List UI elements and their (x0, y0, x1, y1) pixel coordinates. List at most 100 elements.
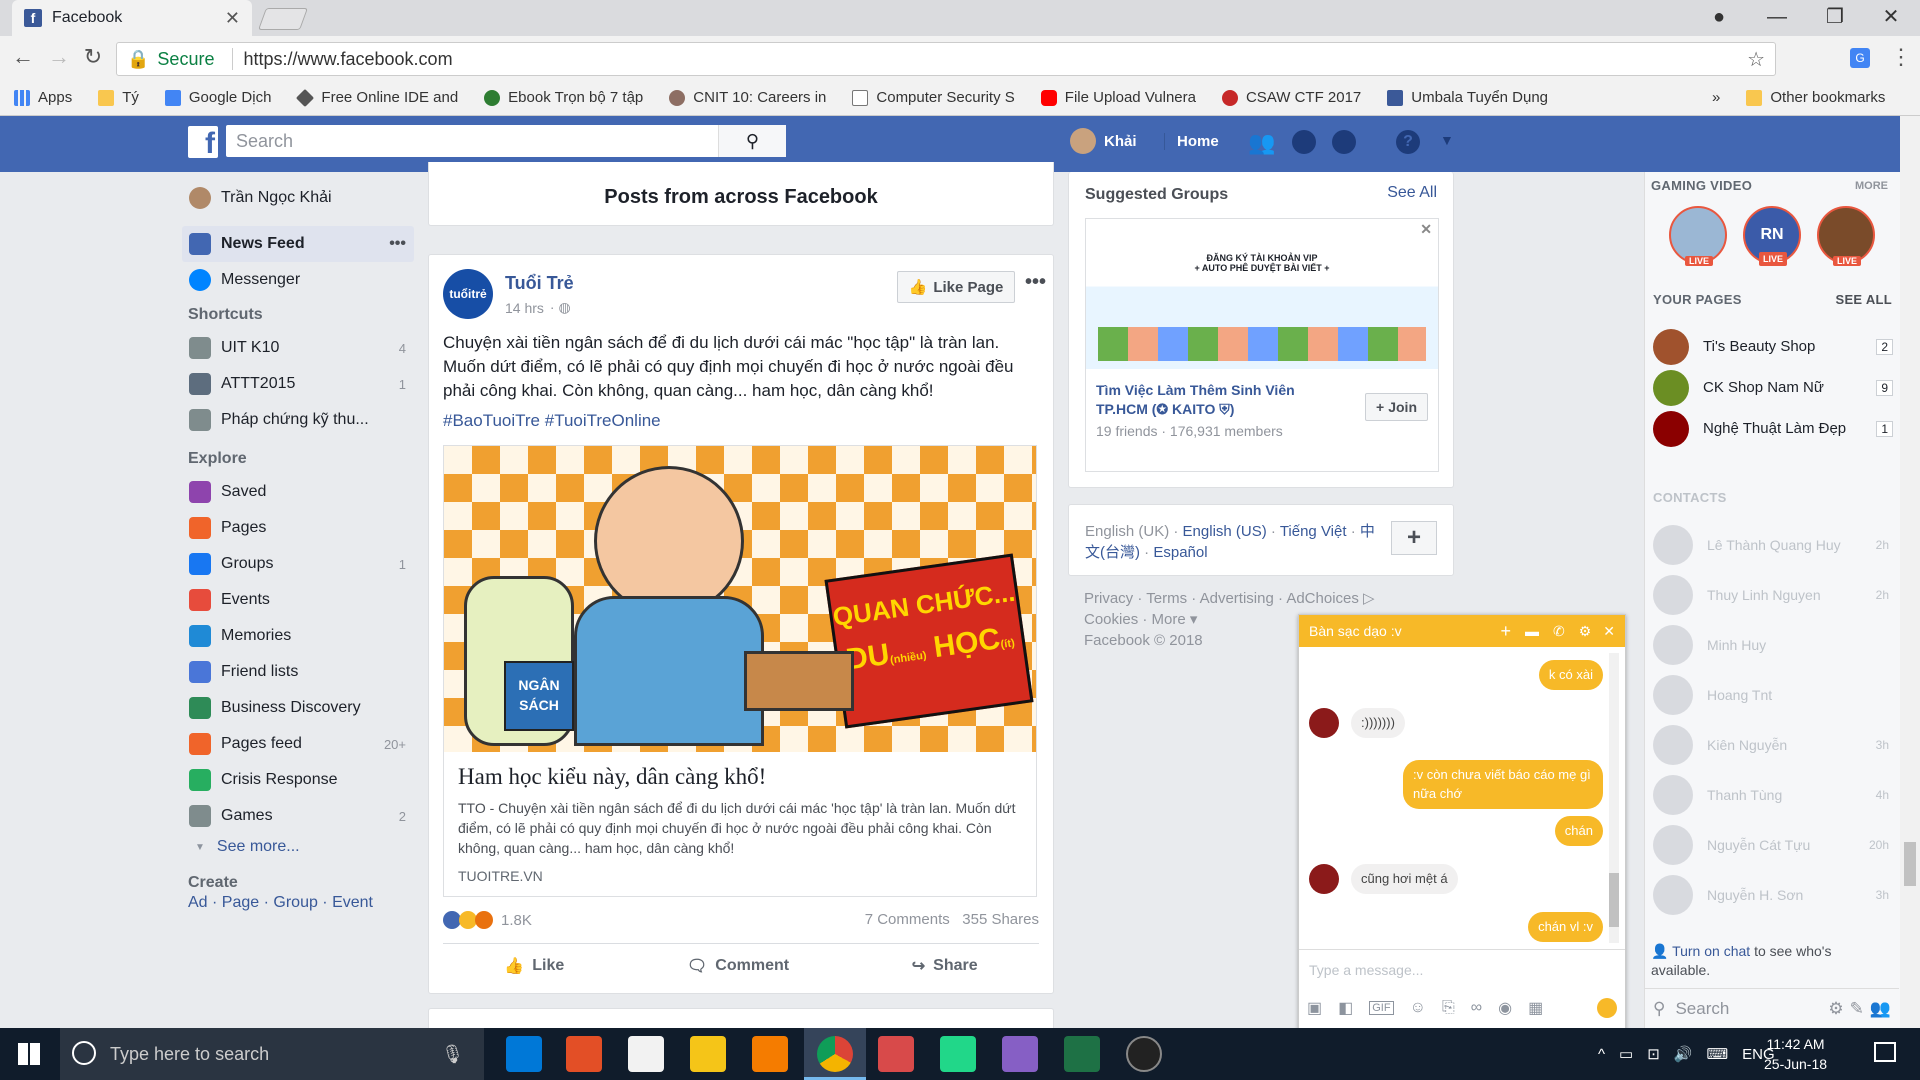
see-more-link[interactable]: ▼ See more... (188, 834, 414, 860)
live-stream-avatar[interactable]: LIVE (1817, 206, 1875, 266)
bookmark-item[interactable]: CSAW CTF 2017 (1221, 89, 1361, 106)
shares-count[interactable]: 355 Shares (962, 911, 1039, 928)
pycharm-icon[interactable] (940, 1036, 976, 1072)
contact-item[interactable]: Hoang Tnt (1653, 670, 1889, 720)
page-item[interactable]: CK Shop Nam Nữ 9 (1653, 367, 1893, 408)
address-bar[interactable]: 🔒 Secure https://www.facebook.com ☆ (116, 42, 1776, 76)
shortcut-item[interactable]: ATTT2015 1 (188, 366, 414, 402)
adchoices-link[interactable]: AdChoices (1286, 590, 1359, 607)
facebook-logo-icon[interactable]: f (188, 126, 218, 160)
link-icon[interactable]: ∞ (1471, 999, 1482, 1017)
table-icon[interactable]: ▦ (1528, 998, 1543, 1018)
volume-icon[interactable]: 🔊 (1674, 1045, 1693, 1063)
cookies-link[interactable]: Cookies (1084, 611, 1138, 628)
browser-tab[interactable]: f Facebook ✕ (12, 0, 252, 36)
reaction-emoji-icon[interactable] (1597, 998, 1617, 1018)
tab-close-icon[interactable]: ✕ (225, 8, 240, 29)
minimize-icon[interactable]: — (1748, 0, 1806, 36)
chevron-up-icon[interactable]: ^ (1598, 1046, 1605, 1063)
clock[interactable]: 11:42 AM 25-Jun-18 (1764, 1034, 1827, 1074)
contact-item[interactable]: Kiên Nguyễn 3h (1653, 720, 1889, 770)
more-bookmarks-button[interactable]: » (1712, 89, 1720, 106)
store-icon[interactable] (566, 1036, 602, 1072)
gear-icon[interactable]: ⚙ (1579, 623, 1592, 640)
profile-nav-item[interactable]: Trần Ngọc Khải (188, 180, 414, 216)
sidebar-item-saved[interactable]: Saved (188, 474, 414, 510)
comment-button[interactable]: 🗨 Comment (687, 956, 789, 976)
sidebar-item-events[interactable]: Events (188, 582, 414, 618)
camera-icon[interactable]: ◉ (1498, 998, 1512, 1018)
more-options-icon[interactable]: ••• (389, 235, 406, 253)
contact-item[interactable]: Lê Thành Quang Huy 2h (1653, 520, 1889, 570)
sidebar-item-pages[interactable]: Pages (188, 510, 414, 546)
add-language-button[interactable]: + (1391, 521, 1437, 555)
profile-icon[interactable]: ● (1690, 0, 1748, 36)
gear-icon[interactable]: ⚙ (1828, 999, 1843, 1019)
page-scrollbar[interactable] (1900, 116, 1920, 1028)
live-stream-avatar[interactable]: RN LIVE (1743, 206, 1801, 266)
post-time[interactable]: 14 hrs (505, 300, 544, 316)
home-link[interactable]: Home (1164, 133, 1219, 150)
gaming-more-link[interactable]: MORE (1855, 180, 1888, 192)
keyboard-icon[interactable]: ⌨ (1707, 1045, 1729, 1063)
create-event-link[interactable]: Event (332, 894, 373, 911)
video-call-icon[interactable]: ▬ (1525, 623, 1539, 639)
sidebar-item-pages-feed[interactable]: Pages feed 20+ (188, 726, 414, 762)
other-bookmarks[interactable]: Other bookmarks (1746, 89, 1885, 106)
share-button[interactable]: ↪ Share (912, 956, 978, 976)
sidebar-item-memories[interactable]: Memories (188, 618, 414, 654)
add-people-icon[interactable]: 👥 (1870, 999, 1891, 1019)
taskbar-item-chrome[interactable] (804, 1028, 866, 1080)
like-page-button[interactable]: 👍 Like Page (897, 271, 1015, 303)
chat-bubble[interactable]: cũng hơi mệt á (1351, 863, 1458, 895)
bookmark-item[interactable]: Google Dịch (164, 89, 271, 106)
mail-icon[interactable] (628, 1036, 664, 1072)
group-cover-image[interactable]: ĐĂNG KÝ TÀI KHOẢN VIP + AUTO PHÊ DUYỆT B… (1086, 219, 1438, 369)
friend-requests-icon[interactable]: 👥 (1248, 130, 1275, 156)
contact-item[interactable]: Nguyễn Cát Tựu 20h (1653, 820, 1889, 870)
shortcut-item[interactable]: UIT K10 4 (188, 330, 414, 366)
bookmark-apps[interactable]: Apps (14, 89, 72, 106)
bookmark-item[interactable]: Umbala Tuyển Dụng (1387, 89, 1548, 106)
search-icon[interactable]: ⚲ (718, 125, 786, 157)
page-item[interactable]: Ti's Beauty Shop 2 (1653, 326, 1893, 367)
terms-link[interactable]: Terms (1146, 590, 1187, 607)
menu-kebab-icon[interactable]: ⋮ (1890, 44, 1912, 70)
star-icon[interactable]: ☆ (1747, 47, 1765, 72)
advertising-link[interactable]: Advertising (1200, 590, 1274, 607)
chat-bubble[interactable]: :))))))) (1351, 708, 1405, 739)
pages-see-all-link[interactable]: SEE ALL (1835, 292, 1892, 307)
close-window-icon[interactable]: ✕ (1862, 0, 1920, 36)
create-group-link[interactable]: Group (273, 894, 317, 911)
gif-icon[interactable]: GIF (1369, 1001, 1394, 1015)
page-item[interactable]: Nghệ Thuật Làm Đẹp 1 (1653, 408, 1893, 449)
bookmark-item[interactable]: CNIT 10: Careers in (669, 89, 826, 106)
compose-icon[interactable]: ✎ (1850, 999, 1864, 1019)
chat-bubble[interactable]: :v còn chưa viết báo cáo mẹ gì nữa chớ (1403, 760, 1603, 809)
help-icon[interactable]: ? (1396, 130, 1420, 154)
contact-item[interactable]: Thuy Linh Nguyen 2h (1653, 570, 1889, 620)
language-link[interactable]: English (UK) (1085, 523, 1169, 540)
chat-scrollbar[interactable] (1609, 653, 1619, 943)
language-link[interactable]: Tiếng Việt (1280, 523, 1347, 540)
account-menu-chevron-icon[interactable]: ▼ (1440, 132, 1454, 148)
sidebar-item-groups[interactable]: Groups 1 (188, 546, 414, 582)
bookmark-item[interactable]: File Upload Vulnera (1040, 89, 1196, 106)
page-avatar[interactable]: tuổitrẻ (443, 269, 493, 319)
chat-title[interactable]: Bàn sạc dạo :v (1309, 623, 1402, 639)
comments-count[interactable]: 7 Comments (865, 911, 950, 928)
translate-extension-icon[interactable]: G (1850, 48, 1870, 68)
sidebar-item-friend-lists[interactable]: Friend lists (188, 654, 414, 690)
live-stream-avatar[interactable]: LIVE (1669, 206, 1727, 266)
turn-on-chat-link[interactable]: Turn on chat (1672, 943, 1750, 959)
network-icon[interactable]: ⊡ (1647, 1045, 1660, 1063)
media-player-icon[interactable] (752, 1036, 788, 1072)
message-input[interactable]: Type a message... (1299, 949, 1625, 989)
privacy-link[interactable]: Privacy (1084, 590, 1133, 607)
sidebar-item-games[interactable]: Games 2 (188, 798, 414, 834)
sidebar-item-business-discovery[interactable]: Business Discovery (188, 690, 414, 726)
sticker-icon[interactable]: ◧ (1338, 998, 1353, 1018)
language-link[interactable]: Español (1153, 544, 1207, 561)
app-icon[interactable] (1126, 1036, 1162, 1072)
post-hashtags[interactable]: #BaoTuoiTre #TuoiTreOnline (443, 411, 661, 431)
